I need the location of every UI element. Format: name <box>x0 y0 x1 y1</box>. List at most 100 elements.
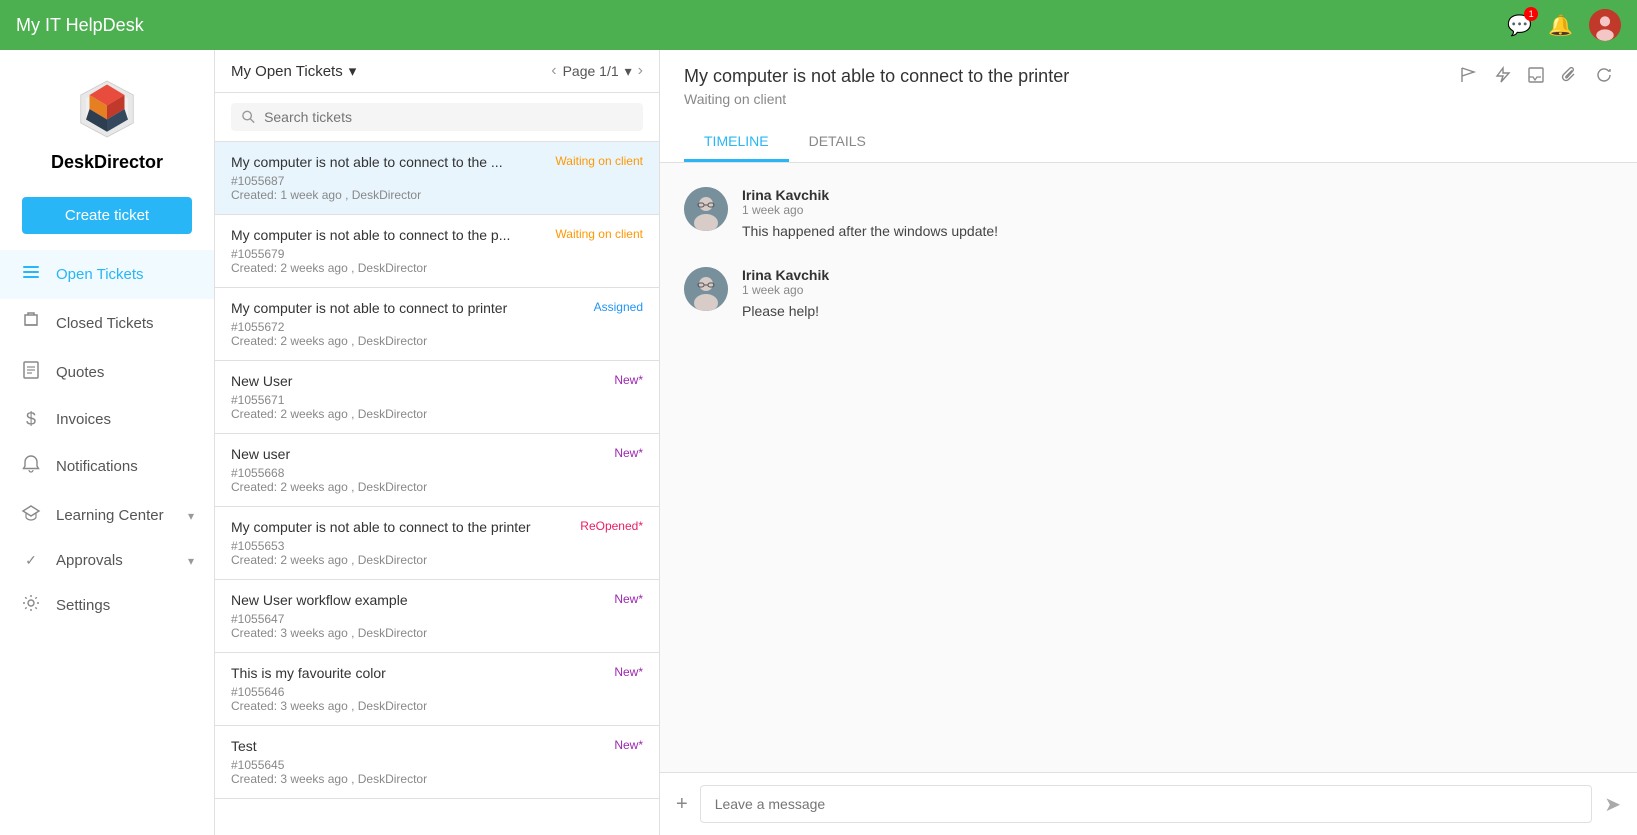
sidebar-nav: Open Tickets Closed Tickets <box>0 250 214 835</box>
detail-title: My computer is not able to connect to th… <box>684 66 1069 87</box>
pagination-dropdown-arrow[interactable]: ▾ <box>625 63 632 80</box>
notifications-icon <box>20 454 42 479</box>
detail-tabs: TIMELINE DETAILS <box>684 123 1613 162</box>
ticket-status: New* <box>614 446 643 460</box>
pagination-next[interactable]: › <box>638 62 643 80</box>
ticket-meta-created: Created: 3 weeks ago , DeskDirector <box>231 699 643 713</box>
closed-tickets-icon <box>20 311 42 336</box>
ticket-title: New User workflow example <box>231 592 606 608</box>
ticket-status: New* <box>614 592 643 606</box>
logo-text-light: Desk <box>51 152 94 172</box>
refresh-icon[interactable] <box>1595 66 1613 89</box>
sidebar-item-invoices[interactable]: $ Invoices <box>0 397 214 442</box>
logo-icon <box>72 74 142 144</box>
open-tickets-icon <box>20 262 42 287</box>
search-bar <box>215 93 659 142</box>
sidebar-item-approvals[interactable]: ✓ Approvals ▾ <box>0 540 214 581</box>
invoices-icon: $ <box>20 409 42 430</box>
bolt-icon[interactable] <box>1493 66 1511 89</box>
ticket-status: Waiting on client <box>555 227 643 241</box>
message-input[interactable] <box>700 785 1593 823</box>
ticket-meta-created: Created: 2 weeks ago , DeskDirector <box>231 480 643 494</box>
ticket-meta: #1055668 <box>231 466 643 480</box>
ticket-meta: #1055653 <box>231 539 643 553</box>
sidebar-item-quotes[interactable]: Quotes <box>0 348 214 397</box>
pagination-area: ‹ Page 1/1 ▾ › <box>551 62 643 80</box>
ticket-item[interactable]: Test New* #1055645 Created: 3 weeks ago … <box>215 726 659 799</box>
ticket-meta-created: Created: 3 weeks ago , DeskDirector <box>231 626 643 640</box>
tab-timeline[interactable]: TIMELINE <box>684 123 789 162</box>
sidebar-item-learning-center[interactable]: Learning Center ▾ <box>0 491 214 540</box>
dropdown-arrow-icon: ▾ <box>349 62 357 80</box>
learning-center-arrow: ▾ <box>188 509 194 523</box>
sidebar-item-closed-tickets[interactable]: Closed Tickets <box>0 299 214 348</box>
timeline-message: Irina Kavchik 1 week ago This happened a… <box>684 187 1613 239</box>
message-plus-icon[interactable]: + <box>676 793 688 816</box>
ticket-status: Waiting on client <box>555 154 643 168</box>
ticket-item[interactable]: New user New* #1055668 Created: 2 weeks … <box>215 434 659 507</box>
ticket-status: ReOpened* <box>580 519 643 533</box>
top-header: My IT HelpDesk 💬 1 🔔 <box>0 0 1637 50</box>
ticket-status: New* <box>614 373 643 387</box>
create-ticket-button[interactable]: Create ticket <box>22 197 192 234</box>
flag-icon[interactable] <box>1459 66 1477 89</box>
create-ticket-area: Create ticket <box>0 189 214 250</box>
sidebar-label-invoices: Invoices <box>56 411 194 428</box>
sidebar-logo-area: DeskDirector <box>0 50 214 189</box>
approvals-arrow: ▾ <box>188 554 194 568</box>
ticket-list-panel: My Open Tickets ▾ ‹ Page 1/1 ▾ › <box>215 50 660 835</box>
sidebar-label-settings: Settings <box>56 597 194 614</box>
sidebar-item-settings[interactable]: Settings <box>0 581 214 630</box>
message-send-icon[interactable]: ➤ <box>1604 792 1621 817</box>
ticket-meta-created: Created: 1 week ago , DeskDirector <box>231 188 643 202</box>
sidebar-item-open-tickets[interactable]: Open Tickets <box>0 250 214 299</box>
search-input[interactable] <box>264 109 633 125</box>
ticket-title: New user <box>231 446 606 462</box>
detail-header: My computer is not able to connect to th… <box>660 50 1637 163</box>
header-icons: 💬 1 🔔 <box>1507 9 1621 41</box>
ticket-meta: #1055679 <box>231 247 643 261</box>
message-author-2: Irina Kavchik <box>742 267 1613 283</box>
message-input-area: + ➤ <box>660 772 1637 835</box>
tab-details[interactable]: DETAILS <box>789 123 886 162</box>
ticket-title: Test <box>231 738 606 754</box>
inbox-icon[interactable] <box>1527 66 1545 89</box>
paperclip-icon[interactable] <box>1561 66 1579 89</box>
ticket-title: My computer is not able to connect to th… <box>231 227 547 243</box>
search-icon <box>241 109 256 125</box>
ticket-item[interactable]: My computer is not able to connect to pr… <box>215 288 659 361</box>
bell-icon[interactable]: 🔔 <box>1548 13 1573 38</box>
app-title: My IT HelpDesk <box>16 15 144 36</box>
detail-panel: My computer is not able to connect to th… <box>660 50 1637 835</box>
approvals-icon: ✓ <box>20 552 42 569</box>
sidebar-item-notifications[interactable]: Notifications <box>0 442 214 491</box>
sidebar-label-closed-tickets: Closed Tickets <box>56 315 194 332</box>
ticket-item[interactable]: New User workflow example New* #1055647 … <box>215 580 659 653</box>
ticket-item[interactable]: My computer is not able to connect to th… <box>215 507 659 580</box>
sidebar-label-learning-center: Learning Center <box>56 507 174 524</box>
message-body-1: Irina Kavchik 1 week ago This happened a… <box>742 187 1613 239</box>
ticket-item[interactable]: My computer is not able to connect to th… <box>215 215 659 288</box>
ticket-title: My computer is not able to connect to th… <box>231 519 572 535</box>
timeline-area: Irina Kavchik 1 week ago This happened a… <box>660 163 1637 772</box>
ticket-filter-label: My Open Tickets <box>231 63 343 80</box>
ticket-meta-created: Created: 2 weeks ago , DeskDirector <box>231 261 643 275</box>
ticket-meta: #1055647 <box>231 612 643 626</box>
timeline-message: Irina Kavchik 1 week ago Please help! <box>684 267 1613 319</box>
learning-center-icon <box>20 503 42 528</box>
ticket-item[interactable]: My computer is not able to connect to th… <box>215 142 659 215</box>
avatar-irina-2 <box>684 267 728 311</box>
message-text-1: This happened after the windows update! <box>742 223 1613 239</box>
settings-icon <box>20 593 42 618</box>
ticket-item[interactable]: New User New* #1055671 Created: 2 weeks … <box>215 361 659 434</box>
sidebar-label-notifications: Notifications <box>56 458 194 475</box>
ticket-meta: #1055646 <box>231 685 643 699</box>
message-time-1: 1 week ago <box>742 203 1613 217</box>
sidebar-label-open-tickets: Open Tickets <box>56 266 194 283</box>
avatar[interactable] <box>1589 9 1621 41</box>
pagination-prev[interactable]: ‹ <box>551 62 556 80</box>
ticket-items: My computer is not able to connect to th… <box>215 142 659 835</box>
chat-icon[interactable]: 💬 1 <box>1507 13 1532 38</box>
ticket-item[interactable]: This is my favourite color New* #1055646… <box>215 653 659 726</box>
ticket-filter-dropdown[interactable]: My Open Tickets ▾ <box>231 62 356 80</box>
